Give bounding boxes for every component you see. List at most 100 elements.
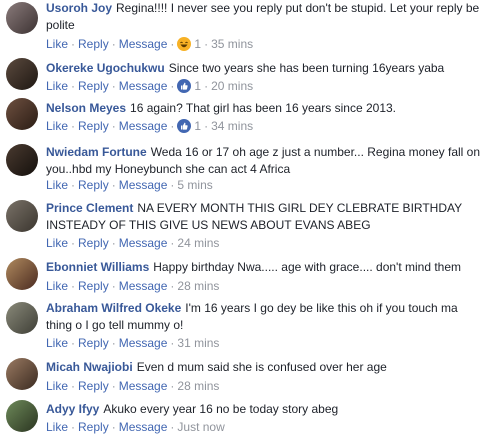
comment-text: Akuko every year 16 no be today story ab… [103,402,339,416]
separator: · [71,336,76,350]
separator: · [170,37,175,51]
separator: · [71,178,76,192]
timestamp[interactable]: 20 mins [211,79,253,93]
like-icon[interactable] [177,78,192,93]
separator: · [111,119,116,133]
reply-button[interactable]: Reply [78,37,109,51]
reply-button[interactable]: Reply [78,336,109,350]
comment-author[interactable]: Abraham Wilfred Okeke [46,301,181,315]
separator: · [71,279,76,293]
avatar[interactable] [6,144,38,176]
message-button[interactable]: Message [119,236,168,250]
haha-icon[interactable] [177,36,192,51]
comment-author[interactable]: Nelson Meyes [46,101,126,115]
separator: · [170,178,175,192]
timestamp[interactable]: Just now [177,420,224,434]
reply-button[interactable]: Reply [78,279,109,293]
message-button[interactable]: Message [119,279,168,293]
like-button[interactable]: Like [46,420,68,434]
comment-body: Prince Clement NA EVERY MONTH THIS GIRL D… [46,200,483,234]
comment-actions: Like · Reply · Message · 1 · 35 mins [46,36,253,52]
timestamp[interactable]: 34 mins [211,119,253,133]
comment-text: Even d mum said she is confused over her… [136,360,387,374]
separator: · [71,379,76,393]
comment-body: Usoroh Joy Regina!!!! I never see you rep… [46,0,483,34]
reply-button[interactable]: Reply [78,178,109,192]
separator: · [170,119,175,133]
comment-author[interactable]: Micah Nwajiobi [46,360,133,374]
avatar[interactable] [6,2,38,34]
separator: · [111,279,116,293]
separator: · [111,236,116,250]
separator: · [111,420,116,434]
avatar[interactable] [6,258,38,290]
comment-author[interactable]: Adyy Ifyy [46,402,99,416]
separator: · [204,37,209,51]
timestamp[interactable]: 28 mins [177,279,219,293]
message-button[interactable]: Message [119,178,168,192]
like-icon[interactable] [177,118,192,133]
avatar[interactable] [6,200,38,232]
comment-body: Ebonniet Williams Happy birthday Nwa.....… [46,259,483,276]
comment-actions: Like · Reply · Message · 1 · 34 mins [46,118,253,134]
message-button[interactable]: Message [119,79,168,93]
separator: · [170,279,175,293]
separator: · [71,79,76,93]
timestamp[interactable]: 31 mins [177,336,219,350]
reply-button[interactable]: Reply [78,79,109,93]
timestamp[interactable]: 35 mins [211,37,253,51]
comment-actions: Like · Reply · Message · 24 mins [46,235,219,251]
avatar[interactable] [6,358,38,390]
reply-button[interactable]: Reply [78,119,109,133]
reply-button[interactable]: Reply [78,379,109,393]
comment-body: Okereke Ugochukwu Since two years she has… [46,60,483,77]
like-button[interactable]: Like [46,79,68,93]
comment-text: Happy birthday Nwa..... age with grace..… [153,260,462,274]
like-button[interactable]: Like [46,379,68,393]
comment-body: Abraham Wilfred Okeke I'm 16 years I go d… [46,300,483,334]
reaction-count[interactable]: 1 [194,37,201,51]
message-button[interactable]: Message [119,37,168,51]
comment-text: Since two years she has been turning 16y… [168,61,445,75]
avatar[interactable] [6,400,38,432]
reply-button[interactable]: Reply [78,420,109,434]
separator: · [204,119,209,133]
reaction-count[interactable]: 1 [194,79,201,93]
like-button[interactable]: Like [46,279,68,293]
like-button[interactable]: Like [46,336,68,350]
comment-actions: Like · Reply · Message · 1 · 20 mins [46,78,253,94]
separator: · [71,420,76,434]
avatar[interactable] [6,302,38,334]
separator: · [111,79,116,93]
message-button[interactable]: Message [119,336,168,350]
separator: · [170,379,175,393]
comment-author[interactable]: Usoroh Joy [46,1,112,15]
message-button[interactable]: Message [119,420,168,434]
message-button[interactable]: Message [119,379,168,393]
avatar[interactable] [6,98,38,130]
separator: · [71,37,76,51]
like-button[interactable]: Like [46,37,68,51]
like-button[interactable]: Like [46,119,68,133]
separator: · [111,379,116,393]
comment-actions: Like · Reply · Message · 5 mins [46,177,213,193]
reaction-count[interactable]: 1 [194,119,201,133]
timestamp[interactable]: 5 mins [177,178,212,192]
timestamp[interactable]: 28 mins [177,379,219,393]
comment-author[interactable]: Ebonniet Williams [46,260,149,274]
timestamp[interactable]: 24 mins [177,236,219,250]
separator: · [170,79,175,93]
comment-actions: Like · Reply · Message · 31 mins [46,335,219,351]
like-button[interactable]: Like [46,236,68,250]
separator: · [71,236,76,250]
separator: · [170,420,175,434]
reply-button[interactable]: Reply [78,236,109,250]
message-button[interactable]: Message [119,119,168,133]
comment-author[interactable]: Prince Clement [46,201,133,215]
avatar[interactable] [6,58,38,90]
comment-author[interactable]: Nwiedam Fortune [46,145,147,159]
like-button[interactable]: Like [46,178,68,192]
comment-author[interactable]: Okereke Ugochukwu [46,61,165,75]
separator: · [111,37,116,51]
separator: · [111,178,116,192]
